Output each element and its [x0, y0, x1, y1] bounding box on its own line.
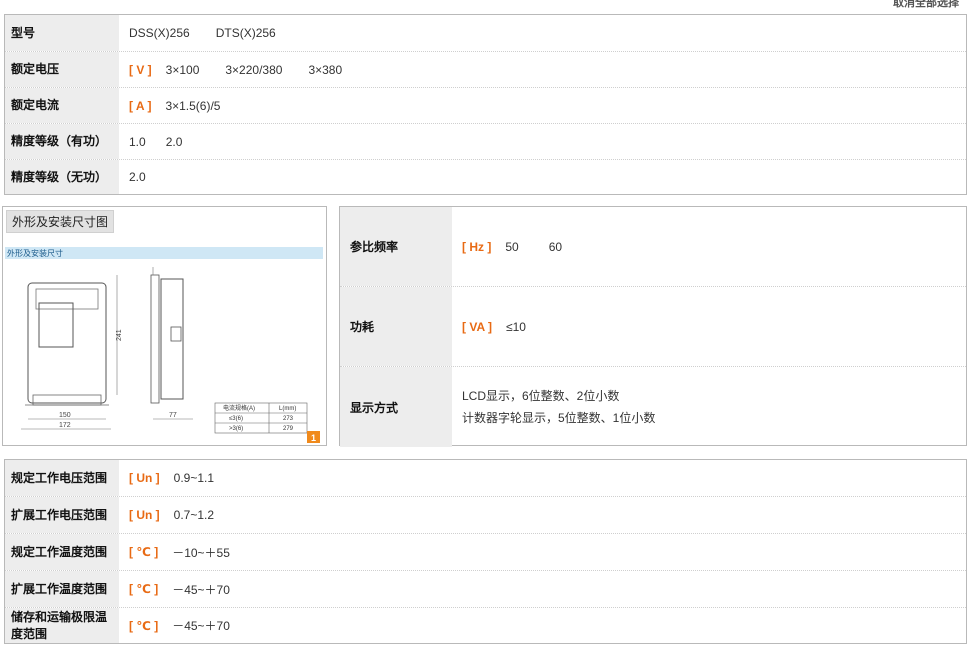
spec-value: 2.0: [165, 134, 183, 149]
table-cell: ≤3(6): [229, 416, 243, 422]
unit-badge: [ Un ]: [129, 471, 160, 485]
spec-row-display: 显示方式 LCD显示，6位整数、2位小数 计数器字轮显示，5位整数、1位小数: [340, 367, 966, 447]
unit-badge: [ Un ]: [129, 508, 160, 522]
diagram-header-text: 外形及安装尺寸: [7, 248, 63, 258]
display-mode-line: LCD显示，6位整数、2位小数: [462, 389, 620, 403]
spec-value: 3×220/380: [225, 62, 283, 77]
spec-table-mid: 参比频率 [ Hz ] 50 60 功耗 [ VA ] ≤10 显示方式 LCD…: [339, 206, 967, 447]
spec-label: 储存和运输极限温度范围: [5, 608, 119, 643]
spec-row-rated-temperature-range: 规定工作温度范围 [ ℃ ] －10~＋55: [5, 534, 966, 571]
unit-badge: [ ℃ ]: [129, 618, 159, 633]
spec-value: 0.9~1.1: [173, 471, 215, 485]
spec-value: 3×380: [308, 62, 343, 77]
spec-value: 0.7~1.2: [173, 508, 215, 522]
spec-row-rated-voltage-range: 规定工作电压范围 [ Un ] 0.9~1.1: [5, 460, 966, 497]
spec-value: 2.0: [129, 170, 146, 184]
spec-label: 参比频率: [340, 207, 452, 286]
spec-value: －10~＋55: [172, 545, 230, 560]
spec-value: 3×100: [165, 62, 200, 77]
spec-value: DTS(X)256: [215, 26, 276, 40]
spec-value: 1.0: [129, 134, 146, 149]
spec-label: 精度等级（有功）: [5, 124, 119, 159]
spec-row-voltage: 额定电压 [ V ] 3×100 3×220/380 3×380: [5, 52, 966, 88]
image-index-text: 1: [311, 433, 316, 443]
spec-row-current: 额定电流 [ A ] 3×1.5(6)/5: [5, 88, 966, 124]
spec-row-accuracy-active: 精度等级（有功） 1.0 2.0: [5, 124, 966, 160]
spec-row-power-consumption: 功耗 [ VA ] ≤10: [340, 287, 966, 367]
dimension-diagram-panel: 外形及安装尺寸图 外形及安装尺寸 150 172 241 77 电流规格(A) …: [2, 206, 327, 446]
dim-height: 241: [116, 329, 123, 341]
table-head-current: 电流规格(A): [223, 404, 255, 412]
table-head-length: L(mm): [279, 406, 296, 412]
unit-badge: [ V ]: [129, 62, 152, 77]
spec-row-storage-temperature-range: 储存和运输极限温度范围 [ ℃ ] －45~＋70: [5, 608, 966, 643]
spec-label: 规定工作温度范围: [5, 534, 119, 570]
table-cell: >3(6): [229, 426, 243, 432]
spec-label: 规定工作电压范围: [5, 460, 119, 496]
spec-label: 显示方式: [340, 367, 452, 447]
unit-badge: [ ℃ ]: [129, 545, 159, 559]
spec-row-accuracy-reactive: 精度等级（无功） 2.0: [5, 160, 966, 194]
spec-row-model: 型号 DSS(X)256 DTS(X)256: [5, 15, 966, 52]
dim-width-outer: 172: [59, 422, 71, 429]
spec-value: ≤10: [506, 319, 526, 334]
dim-width-inner: 150: [59, 412, 71, 419]
spec-value: DSS(X)256: [129, 26, 190, 40]
unit-badge: [ VA ]: [462, 319, 492, 334]
spec-label: 额定电压: [5, 52, 119, 87]
diagram-image[interactable]: 外形及安装尺寸 150 172 241 77 电流规格(A) L(mm) ≤3(…: [3, 245, 325, 445]
unit-badge: [ ℃ ]: [129, 582, 159, 596]
spec-value: －45~＋70: [172, 619, 230, 633]
meter-drawing: 外形及安装尺寸 150 172 241 77 电流规格(A) L(mm) ≤3(…: [5, 247, 323, 443]
unit-badge: [ Hz ]: [462, 239, 492, 254]
spec-row-extended-temperature-range: 扩展工作温度范围 [ ℃ ] －45~＋70: [5, 571, 966, 608]
deselect-all-link[interactable]: 取消全部选择: [893, 0, 959, 10]
spec-label: 精度等级（无功）: [5, 160, 119, 194]
spec-label: 扩展工作温度范围: [5, 571, 119, 607]
spec-value: 3×1.5(6)/5: [165, 98, 221, 113]
spec-label: 型号: [5, 15, 119, 51]
spec-label: 额定电流: [5, 88, 119, 123]
spec-value: －45~＋70: [172, 582, 230, 597]
spec-value: 50: [505, 239, 519, 254]
spec-row-frequency: 参比频率 [ Hz ] 50 60: [340, 207, 966, 287]
diagram-panel-title: 外形及安装尺寸图: [6, 210, 115, 233]
dim-depth: 77: [169, 412, 177, 419]
table-cell: 273: [283, 416, 294, 422]
spec-table-bottom: 规定工作电压范围 [ Un ] 0.9~1.1 扩展工作电压范围 [ Un ] …: [4, 459, 967, 644]
spec-table-top: 型号 DSS(X)256 DTS(X)256 额定电压 [ V ] 3×100 …: [4, 14, 967, 195]
display-mode-line: 计数器字轮显示，5位整数、1位小数: [462, 411, 656, 425]
spec-label: 功耗: [340, 287, 452, 366]
spec-value: 60: [548, 239, 563, 254]
spec-label: 扩展工作电压范围: [5, 497, 119, 533]
spec-row-extended-voltage-range: 扩展工作电压范围 [ Un ] 0.7~1.2: [5, 497, 966, 534]
unit-badge: [ A ]: [129, 98, 152, 113]
table-cell: 279: [283, 426, 294, 432]
